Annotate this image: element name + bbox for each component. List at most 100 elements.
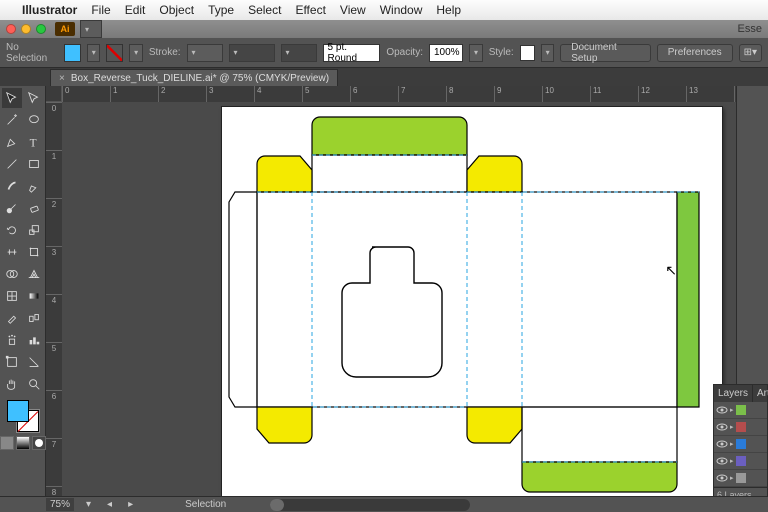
color-mode-icon[interactable] (0, 436, 14, 450)
menubar-app-name[interactable]: Illustrator (22, 3, 77, 17)
horizontal-ruler[interactable]: 0 1 2 3 4 5 6 7 8 9 10 11 12 13 14 (62, 86, 736, 102)
close-window-icon[interactable] (6, 24, 16, 34)
ruler-h-tick: 5 (302, 86, 309, 102)
layer-color-chip (736, 422, 746, 432)
stroke-dropdown[interactable] (129, 44, 143, 62)
brush-definition-dropdown[interactable] (281, 44, 317, 62)
expand-icon[interactable]: ▸ (730, 457, 734, 465)
rotate-tool[interactable] (2, 220, 22, 240)
layer-row[interactable]: ▸ (714, 453, 767, 470)
eyedropper-tool[interactable] (2, 308, 22, 328)
ruler-origin[interactable] (46, 86, 62, 102)
menu-edit[interactable]: Edit (125, 3, 146, 17)
menu-type[interactable]: Type (208, 3, 234, 17)
blend-tool[interactable] (24, 308, 44, 328)
paintbrush-tool[interactable] (2, 176, 22, 196)
zoom-window-icon[interactable] (36, 24, 46, 34)
column-graph-tool[interactable] (24, 330, 44, 350)
perspective-grid-tool[interactable] (24, 264, 44, 284)
fill-stroke-swatch[interactable] (7, 400, 39, 432)
layer-row[interactable]: ▸ (714, 402, 767, 419)
artboard-prev-icon[interactable]: ◂ (103, 499, 116, 510)
menu-effect[interactable]: Effect (295, 3, 325, 17)
line-segment-tool[interactable] (2, 154, 22, 174)
scale-tool[interactable] (24, 220, 44, 240)
gradient-tool[interactable] (24, 286, 44, 306)
visibility-icon[interactable] (716, 404, 728, 416)
gradient-mode-icon[interactable] (16, 436, 30, 450)
hand-tool[interactable] (2, 374, 22, 394)
stroke-weight-dropdown[interactable] (187, 44, 223, 62)
close-tab-icon[interactable]: × (59, 73, 65, 84)
layer-color-chip (736, 405, 746, 415)
graphic-style-dropdown[interactable] (541, 44, 555, 62)
layer-row[interactable]: ▸ (714, 436, 767, 453)
opacity-field[interactable]: 100% (429, 44, 463, 62)
artboard-next-icon[interactable]: ▸ (124, 499, 137, 510)
selection-tool[interactable] (2, 88, 22, 108)
layer-row[interactable]: ▸ (714, 419, 767, 436)
pencil-tool[interactable] (24, 176, 44, 196)
blob-brush-tool[interactable] (2, 198, 22, 218)
visibility-icon[interactable] (716, 438, 728, 450)
visibility-icon[interactable] (716, 455, 728, 467)
ruler-h-tick: 0 (62, 86, 69, 102)
menu-object[interactable]: Object (159, 3, 194, 17)
eraser-tool[interactable] (24, 198, 44, 218)
expand-icon[interactable]: ▸ (730, 440, 734, 448)
workspace-switcher[interactable]: Esse (738, 23, 768, 35)
layers-panel[interactable]: Layers Art ▸ ▸ ▸ ▸ ▸ 6 Layers (713, 384, 768, 504)
document-tab[interactable]: × Box_Reverse_Tuck_DIELINE.ai* @ 75% (CM… (50, 69, 338, 86)
zoom-level[interactable]: 75% (46, 498, 74, 511)
preferences-button[interactable]: Preferences (657, 44, 733, 62)
shape-builder-tool[interactable] (2, 264, 22, 284)
rectangle-tool[interactable] (24, 154, 44, 174)
direct-selection-tool[interactable] (24, 88, 44, 108)
variable-width-profile-dropdown[interactable] (229, 44, 275, 62)
color-mode-toggles[interactable] (0, 436, 46, 450)
zoom-dropdown-icon[interactable]: ▾ (82, 499, 95, 510)
artboard-tool[interactable] (2, 352, 22, 372)
scrollbar-thumb[interactable] (270, 499, 284, 511)
menu-view[interactable]: View (340, 3, 366, 17)
graphic-style-swatch[interactable] (520, 45, 535, 61)
document-setup-button[interactable]: Document Setup (560, 44, 650, 62)
free-transform-tool[interactable] (24, 242, 44, 262)
artboard[interactable]: ↖ (222, 107, 722, 496)
horizontal-scrollbar[interactable] (270, 499, 470, 511)
menu-window[interactable]: Window (380, 3, 423, 17)
expand-icon[interactable]: ▸ (730, 406, 734, 414)
ruler-h-tick: 12 (638, 86, 650, 102)
vertical-ruler[interactable]: 0 1 2 3 4 5 6 7 8 (46, 102, 62, 496)
pen-tool[interactable] (2, 132, 22, 152)
visibility-icon[interactable] (716, 472, 728, 484)
layer-row[interactable]: ▸ (714, 470, 767, 487)
lasso-tool[interactable] (24, 110, 44, 130)
expand-icon[interactable]: ▸ (730, 474, 734, 482)
artboards-tab[interactable]: Art (753, 385, 768, 402)
menu-file[interactable]: File (91, 3, 110, 17)
stroke-swatch[interactable] (106, 44, 123, 62)
type-tool[interactable]: T (24, 132, 44, 152)
artboard-area[interactable]: 0 1 2 3 4 5 6 7 8 9 10 11 12 13 14 0 1 2… (46, 86, 736, 496)
mesh-tool[interactable] (2, 286, 22, 306)
fill-swatch[interactable] (64, 44, 81, 62)
expand-icon[interactable]: ▸ (730, 423, 734, 431)
arrange-documents-dropdown[interactable] (80, 20, 102, 38)
magic-wand-tool[interactable] (2, 110, 22, 130)
width-tool[interactable] (2, 242, 22, 262)
menu-help[interactable]: Help (436, 3, 461, 17)
fill-dropdown[interactable] (87, 44, 101, 62)
canvas[interactable]: ↖ (62, 102, 736, 496)
symbol-sprayer-tool[interactable] (2, 330, 22, 350)
menu-select[interactable]: Select (248, 3, 281, 17)
align-to-dropdown[interactable]: ⊞▾ (739, 44, 762, 62)
layers-tab[interactable]: Layers (714, 385, 753, 402)
visibility-icon[interactable] (716, 421, 728, 433)
stroke-style-field[interactable]: 5 pt. Round (323, 44, 381, 62)
minimize-window-icon[interactable] (21, 24, 31, 34)
none-mode-icon[interactable] (32, 436, 46, 450)
slice-tool[interactable] (24, 352, 44, 372)
opacity-dropdown[interactable] (469, 44, 483, 62)
zoom-tool[interactable] (24, 374, 44, 394)
